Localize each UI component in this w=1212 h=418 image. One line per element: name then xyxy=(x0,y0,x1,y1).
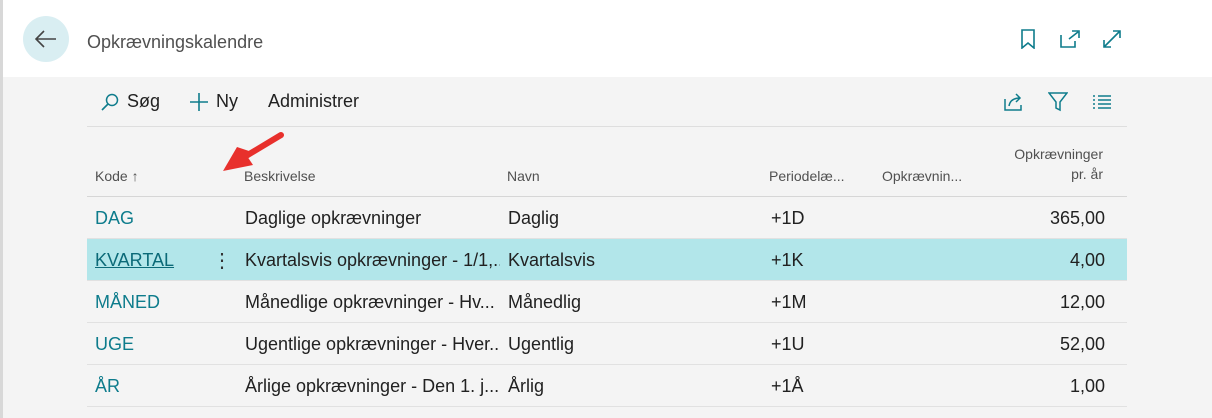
cell-period-length: +1Å xyxy=(771,376,804,396)
search-button[interactable]: Søg xyxy=(101,91,160,112)
cell-description: Ugentlige opkrævninger - Hver... xyxy=(245,334,500,354)
new-button[interactable]: Ny xyxy=(190,91,238,112)
back-button[interactable] xyxy=(23,16,69,62)
cell-name: Årlig xyxy=(508,376,545,396)
new-label: Ny xyxy=(216,91,239,111)
cell-per-year: 12,00 xyxy=(1059,292,1105,312)
column-header-period-length[interactable]: Periodelæ... xyxy=(769,168,844,184)
cell-name: Daglig xyxy=(508,208,560,228)
column-header-code[interactable]: Kode ↑ xyxy=(95,168,139,184)
cell-per-year: 1,00 xyxy=(1069,376,1105,396)
cell-code[interactable]: KVARTAL xyxy=(95,250,205,271)
cell-code[interactable]: UGE xyxy=(95,334,205,355)
table-row[interactable]: UGE Ugentlige opkrævninger - Hver... Uge… xyxy=(87,323,1127,365)
table-row[interactable]: ÅR Årlige opkrævninger - Den 1. j... Årl… xyxy=(87,365,1127,407)
search-label: Søg xyxy=(127,91,161,111)
page-header: Opkrævningskalendre xyxy=(3,0,1212,77)
filter-icon[interactable] xyxy=(1047,91,1069,113)
sort-ascending-icon: ↑ xyxy=(131,168,139,184)
cell-period-length: +1D xyxy=(771,208,805,228)
column-header-name[interactable]: Navn xyxy=(507,168,540,184)
cell-name: Ugentlig xyxy=(508,334,575,354)
expand-icon[interactable] xyxy=(1102,28,1122,50)
cell-per-year: 365,00 xyxy=(1049,208,1105,228)
cell-per-year: 4,00 xyxy=(1069,250,1105,270)
manage-button[interactable]: Administrer xyxy=(268,91,359,112)
open-new-window-icon[interactable] xyxy=(1060,28,1080,50)
cell-name: Månedlig xyxy=(508,292,582,312)
column-header-collections[interactable]: Opkrævnin... xyxy=(882,168,962,184)
table-row[interactable]: KVARTAL Kvartalsvis opkrævninger - 1/1,.… xyxy=(87,239,1127,281)
manage-label: Administrer xyxy=(268,91,360,111)
cell-code[interactable]: ÅR xyxy=(95,376,205,397)
collection-calendars-table: Kode ↑ Beskrivelse Navn Periodelæ... Opk… xyxy=(87,139,1127,407)
table-row[interactable]: DAG Daglige opkrævninger Daglig +1D 365,… xyxy=(87,197,1127,239)
search-icon xyxy=(101,93,119,111)
annotation-arrow xyxy=(223,132,284,171)
share-icon[interactable] xyxy=(1003,91,1025,113)
plus-icon xyxy=(190,92,209,111)
cell-description: Daglige opkrævninger xyxy=(245,208,422,228)
action-bar: Søg Ny Administrer xyxy=(87,77,1127,127)
column-header-per-year[interactable]: Opkrævninger pr. år xyxy=(1014,144,1103,184)
cell-per-year: 52,00 xyxy=(1059,334,1105,354)
bookmark-icon[interactable] xyxy=(1018,28,1038,50)
cell-period-length: +1K xyxy=(771,250,804,270)
table-row[interactable]: MÅNED Månedlige opkrævninger - Hv... Mån… xyxy=(87,281,1127,323)
back-arrow-icon xyxy=(35,30,56,48)
page-content: Søg Ny Administrer Kode ↑ Beskrivelse Na… xyxy=(3,77,1212,418)
list-view-icon[interactable] xyxy=(1091,91,1113,113)
row-actions-menu-icon[interactable]: ⋮ xyxy=(212,248,232,273)
cell-period-length: +1M xyxy=(771,292,807,312)
cell-code[interactable]: DAG xyxy=(95,208,205,229)
page-title: Opkrævningskalendre xyxy=(87,32,264,52)
cell-description: Årlige opkrævninger - Den 1. j... xyxy=(245,376,500,396)
cell-description: Månedlige opkrævninger - Hv... xyxy=(245,292,495,312)
cell-period-length: +1U xyxy=(771,334,805,354)
cell-description: Kvartalsvis opkrævninger - 1/1,... xyxy=(245,250,500,270)
cell-name: Kvartalsvis xyxy=(508,250,596,270)
cell-code[interactable]: MÅNED xyxy=(95,292,205,313)
